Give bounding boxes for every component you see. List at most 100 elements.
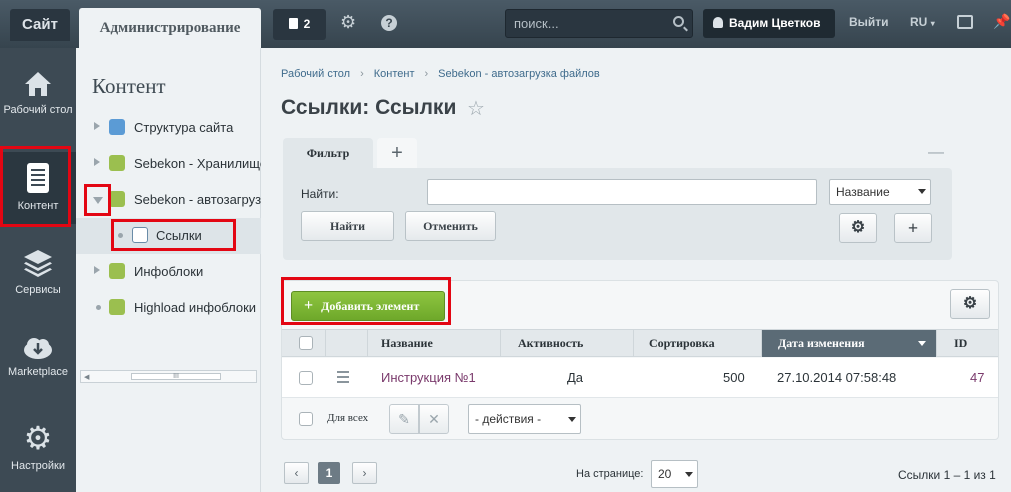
highlight-box-expand <box>84 184 111 216</box>
pin-icon[interactable]: 📌 <box>993 13 1010 30</box>
breadcrumb-item[interactable]: Контент <box>374 68 415 80</box>
highlight-box-add-element <box>281 277 451 325</box>
add-filter-field-button[interactable]: + <box>894 213 932 243</box>
filter-settings-button[interactable]: ⚙ <box>839 213 877 243</box>
folder-icon <box>109 191 125 207</box>
tree-item-site-structure[interactable]: Структура сайта <box>76 110 261 146</box>
delete-cross-icon[interactable]: ✕ <box>419 404 449 434</box>
home-icon <box>25 72 51 96</box>
highlight-box-links <box>111 219 236 251</box>
nav-item-marketplace[interactable]: Marketplace <box>0 336 76 378</box>
scrollbar-thumb[interactable]: III <box>131 373 221 380</box>
find-button[interactable]: Найти <box>301 211 394 241</box>
user-icon <box>713 17 723 28</box>
search-input[interactable]: поиск... <box>505 9 693 38</box>
breadcrumb: Рабочий стол › Контент › Sebekon - автозагру… <box>281 68 600 80</box>
user-menu[interactable]: Вадим Цветков <box>703 9 835 38</box>
search-icon[interactable] <box>673 16 684 27</box>
scroll-left-icon[interactable]: ◀ <box>84 373 89 381</box>
tree-dot <box>96 305 101 310</box>
tree-item-highload[interactable]: Highload инфоблоки <box>76 290 261 326</box>
tree-item-label: Highload инфоблоки <box>134 300 257 315</box>
sort-desc-icon <box>918 341 926 346</box>
tree-item-label: Структура сайта <box>134 120 234 135</box>
header-checkbox-cell <box>282 330 326 357</box>
breadcrumb-item[interactable]: Рабочий стол <box>281 68 350 80</box>
gear-icon: ⚙ <box>23 420 53 456</box>
breadcrumb-item[interactable]: Sebekon - автозагрузка файлов <box>438 68 600 80</box>
chevron-down-icon <box>685 472 693 477</box>
tree-scrollbar[interactable]: ◀ III <box>80 370 257 383</box>
tree-item-label: Инфоблоки <box>134 264 204 279</box>
column-header-date-label: Дата изменения <box>778 336 865 350</box>
actions-select-value: - действия - <box>475 412 542 426</box>
settings-gear-icon[interactable]: ⚙ <box>340 13 358 31</box>
collapse-filter-button[interactable]: — <box>928 144 944 162</box>
favorite-star-icon[interactable]: ☆ <box>467 96 485 121</box>
row-menu-icon[interactable] <box>337 371 349 386</box>
admin-tab[interactable]: Администрирование <box>79 8 261 48</box>
for-all-label: Для всех <box>327 412 369 424</box>
row-name-link[interactable]: Инструкция №1 <box>381 370 476 385</box>
tree-item-label: Sebekon - Хранилище <box>134 156 261 171</box>
find-label: Найти: <box>301 187 339 201</box>
layers-icon <box>24 250 52 277</box>
edit-pencil-icon[interactable]: ✎ <box>389 404 419 434</box>
tree-item-label: Sebekon - автозагрузка <box>134 192 261 207</box>
filter-tab[interactable]: Фильтр <box>283 138 373 168</box>
row-active: Да <box>567 370 584 385</box>
highlight-box-content <box>0 146 71 227</box>
add-filter-tab-button[interactable]: + <box>377 138 417 168</box>
row-date: 27.10.2014 07:58:48 <box>777 370 897 385</box>
filter-panel: Найти: Название Найти Отменить ⚙ + <box>283 168 952 260</box>
group-actions-bar: Для всех ✎ ✕ - действия - <box>282 399 998 439</box>
nav-item-settings[interactable]: ⚙ Настройки <box>0 422 76 472</box>
language-selector[interactable]: RU ▾ <box>910 15 935 29</box>
table-row[interactable]: Инструкция №1 Да 500 27.10.2014 07:58:48… <box>282 358 998 398</box>
per-page-label: На странице: <box>576 468 644 480</box>
nav-item-desktop[interactable]: Рабочий стол <box>0 70 76 116</box>
row-id[interactable]: 47 <box>970 370 984 385</box>
row-checkbox[interactable] <box>299 371 313 385</box>
site-tab[interactable]: Сайт <box>10 9 70 41</box>
chevron-down-icon <box>568 417 576 422</box>
per-page-select[interactable]: 20 <box>651 460 698 488</box>
cancel-button[interactable]: Отменить <box>405 211 496 241</box>
nav-item-services[interactable]: Сервисы <box>0 248 76 296</box>
top-bar: Сайт Администрирование 2 ⚙ ? поиск... Ва… <box>0 0 1011 48</box>
grid-settings-button[interactable]: ⚙ <box>950 289 990 319</box>
current-page[interactable]: 1 <box>318 462 340 484</box>
tree-item-sebekon-storage[interactable]: Sebekon - Хранилище <box>76 146 261 182</box>
find-input[interactable] <box>427 179 817 205</box>
nav-label: Рабочий стол <box>3 104 73 116</box>
column-header-active[interactable]: Активность <box>501 330 634 357</box>
sitemap-icon <box>109 119 125 135</box>
for-all-checkbox[interactable] <box>299 412 313 426</box>
folder-icon <box>109 155 125 171</box>
tree-item-infoblocks[interactable]: Инфоблоки <box>76 254 261 290</box>
pager-summary: Ссылки 1 – 1 из 1 <box>898 468 996 482</box>
chevron-down-icon <box>918 189 926 194</box>
notification-icon <box>288 18 298 29</box>
expand-arrow-icon[interactable] <box>94 158 100 166</box>
actions-select[interactable]: - действия - <box>468 404 581 434</box>
column-header-id[interactable]: ID <box>937 330 998 357</box>
notifications-button[interactable]: 2 <box>273 9 326 40</box>
header-actions-cell <box>326 330 368 357</box>
next-page-button[interactable]: › <box>352 462 377 484</box>
expand-arrow-icon[interactable] <box>94 266 100 274</box>
logout-link[interactable]: Выйти <box>849 15 889 29</box>
expand-arrow-icon[interactable] <box>94 122 100 130</box>
user-name: Вадим Цветков <box>729 16 821 30</box>
content-tree-panel: Контент Структура сайта Sebekon - Хранил… <box>76 48 261 492</box>
nav-label: Marketplace <box>8 366 68 378</box>
help-icon[interactable]: ? <box>381 15 397 31</box>
column-header-sort[interactable]: Сортировка <box>634 330 762 357</box>
keyboard-icon[interactable] <box>957 15 973 29</box>
left-nav: Рабочий стол Контент Сервисы Marketplace… <box>0 48 76 492</box>
prev-page-button[interactable]: ‹ <box>284 462 309 484</box>
field-select[interactable]: Название <box>829 179 931 205</box>
column-header-date[interactable]: Дата изменения <box>762 330 937 357</box>
table-header: Название Активность Сортировка Дата изме… <box>282 329 998 357</box>
column-header-name[interactable]: Название <box>368 330 501 357</box>
